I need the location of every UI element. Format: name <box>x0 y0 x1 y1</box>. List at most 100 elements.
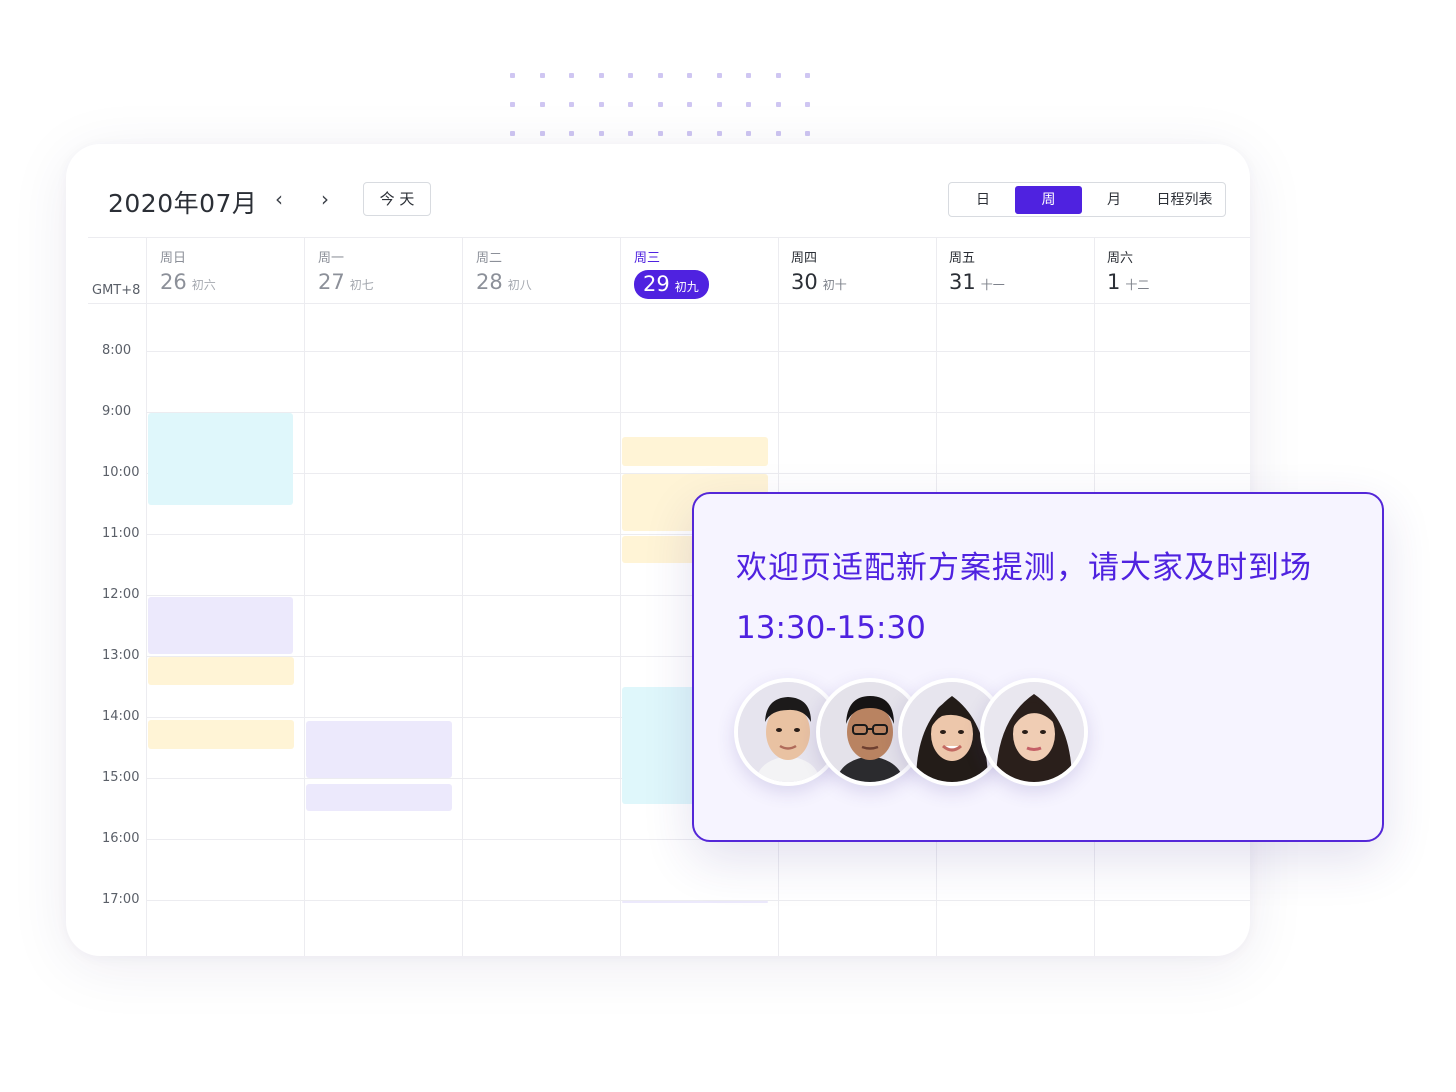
calendar-event[interactable] <box>148 413 293 505</box>
view-day-tab[interactable]: 日 <box>951 186 1015 214</box>
time-label: 15:00 <box>102 770 140 785</box>
day-number: 31 <box>949 270 976 294</box>
decorative-dot <box>775 131 781 136</box>
decorative-dot <box>598 102 604 107</box>
grid-line <box>88 237 1250 238</box>
calendar-month-title: 2020年07月 <box>108 189 258 218</box>
calendar-event[interactable] <box>148 597 293 654</box>
view-month-tab[interactable]: 月 <box>1082 186 1146 214</box>
decorative-dot <box>569 73 574 78</box>
decorative-dot <box>569 131 574 136</box>
decorative-dot <box>687 102 692 107</box>
day-name: 周四 <box>791 251 818 266</box>
calendar-event[interactable] <box>306 784 452 811</box>
today-button[interactable]: 今 天 <box>363 182 431 216</box>
day-name: 周六 <box>1107 251 1134 266</box>
day-name: 周二 <box>476 251 503 266</box>
day-number: 29 <box>643 272 670 296</box>
decorative-dot <box>746 102 751 107</box>
decorative-dot <box>628 131 633 136</box>
decorative-dot <box>805 73 810 78</box>
decorative-dot <box>598 131 604 136</box>
time-label: 10:00 <box>102 465 140 480</box>
day-number: 30 <box>791 270 818 294</box>
time-label: 17:00 <box>102 892 140 907</box>
day-header-monday[interactable]: 周一 27 初七 <box>318 247 374 294</box>
decorative-dot <box>598 73 604 78</box>
grid-line <box>304 237 305 956</box>
decorative-dot <box>775 102 781 107</box>
calendar-event[interactable] <box>622 901 768 903</box>
time-label: 11:00 <box>102 526 140 541</box>
time-label: 12:00 <box>102 587 140 602</box>
decorative-dot <box>805 131 810 136</box>
lunar-date: 十一 <box>980 278 1005 292</box>
timezone-label: GMT+8 <box>92 283 141 298</box>
event-time: 13:30-15:30 <box>736 610 926 646</box>
day-header-tuesday[interactable]: 周二 28 初八 <box>476 247 532 294</box>
day-name: 周五 <box>949 251 976 266</box>
day-header-saturday[interactable]: 周六 1 十二 <box>1107 247 1149 294</box>
day-header-wednesday-today[interactable]: 周三 29 初九 <box>634 247 709 299</box>
day-number: 26 <box>160 270 187 294</box>
decorative-dot <box>539 73 545 78</box>
time-label: 14:00 <box>102 709 140 724</box>
view-switcher: 日 周 月 日程列表 <box>948 182 1226 217</box>
decorative-dot-grid <box>505 70 815 140</box>
day-number: 1 <box>1107 270 1121 294</box>
grid-line <box>462 237 463 956</box>
grid-line <box>146 351 1250 352</box>
lunar-date: 初八 <box>507 278 532 292</box>
day-header-friday[interactable]: 周五 31 十一 <box>949 247 1005 294</box>
decorative-dot <box>716 102 722 107</box>
next-week-button[interactable]: › <box>312 186 338 212</box>
decorative-dot <box>657 73 663 78</box>
decorative-dot <box>657 131 663 136</box>
calendar-event[interactable] <box>306 721 452 778</box>
calendar-event[interactable] <box>622 437 768 466</box>
day-number: 28 <box>476 270 503 294</box>
lunar-date: 初九 <box>674 280 699 294</box>
view-schedule-list-tab[interactable]: 日程列表 <box>1146 186 1223 214</box>
chevron-right-icon: › <box>321 187 329 211</box>
day-header-sunday[interactable]: 周日 26 初六 <box>160 247 216 294</box>
decorative-dot <box>687 73 692 78</box>
decorative-dot <box>510 73 515 78</box>
lunar-date: 初十 <box>822 278 847 292</box>
decorative-dot <box>628 102 633 107</box>
chevron-left-icon: ‹ <box>275 187 283 211</box>
event-title: 欢迎页适配新方案提测，请大家及时到场 <box>736 550 1312 586</box>
time-label: 8:00 <box>102 343 132 358</box>
time-label: 9:00 <box>102 404 132 419</box>
person-avatar-icon <box>984 682 1084 782</box>
decorative-dot <box>628 73 633 78</box>
decorative-dot <box>569 102 574 107</box>
view-week-tab[interactable]: 周 <box>1015 185 1082 214</box>
lunar-date: 十二 <box>1125 278 1150 292</box>
decorative-dot <box>687 131 692 136</box>
decorative-dot <box>539 131 545 136</box>
time-label: 13:00 <box>102 648 140 663</box>
decorative-dot <box>805 102 810 107</box>
decorative-dot <box>716 73 722 78</box>
day-number: 27 <box>318 270 345 294</box>
decorative-dot <box>657 102 663 107</box>
decorative-dot <box>510 131 515 136</box>
lunar-date: 初六 <box>191 278 216 292</box>
today-date-badge: 29 初九 <box>634 270 709 299</box>
attendee-avatar[interactable] <box>980 678 1088 786</box>
grid-line <box>146 237 147 956</box>
decorative-dot <box>510 102 515 107</box>
decorative-dot <box>539 102 545 107</box>
day-header-thursday[interactable]: 周四 30 初十 <box>791 247 847 294</box>
prev-week-button[interactable]: ‹ <box>266 186 292 212</box>
grid-line <box>88 303 1250 304</box>
event-detail-popup[interactable]: 欢迎页适配新方案提测，请大家及时到场 13:30-15:30 <box>692 492 1384 842</box>
decorative-dot <box>775 73 781 78</box>
lunar-date: 初七 <box>349 278 374 292</box>
calendar-event[interactable] <box>148 657 294 685</box>
grid-line <box>146 412 1250 413</box>
calendar-event[interactable] <box>148 720 294 749</box>
day-name: 周三 <box>634 251 661 266</box>
time-label: 16:00 <box>102 831 140 846</box>
